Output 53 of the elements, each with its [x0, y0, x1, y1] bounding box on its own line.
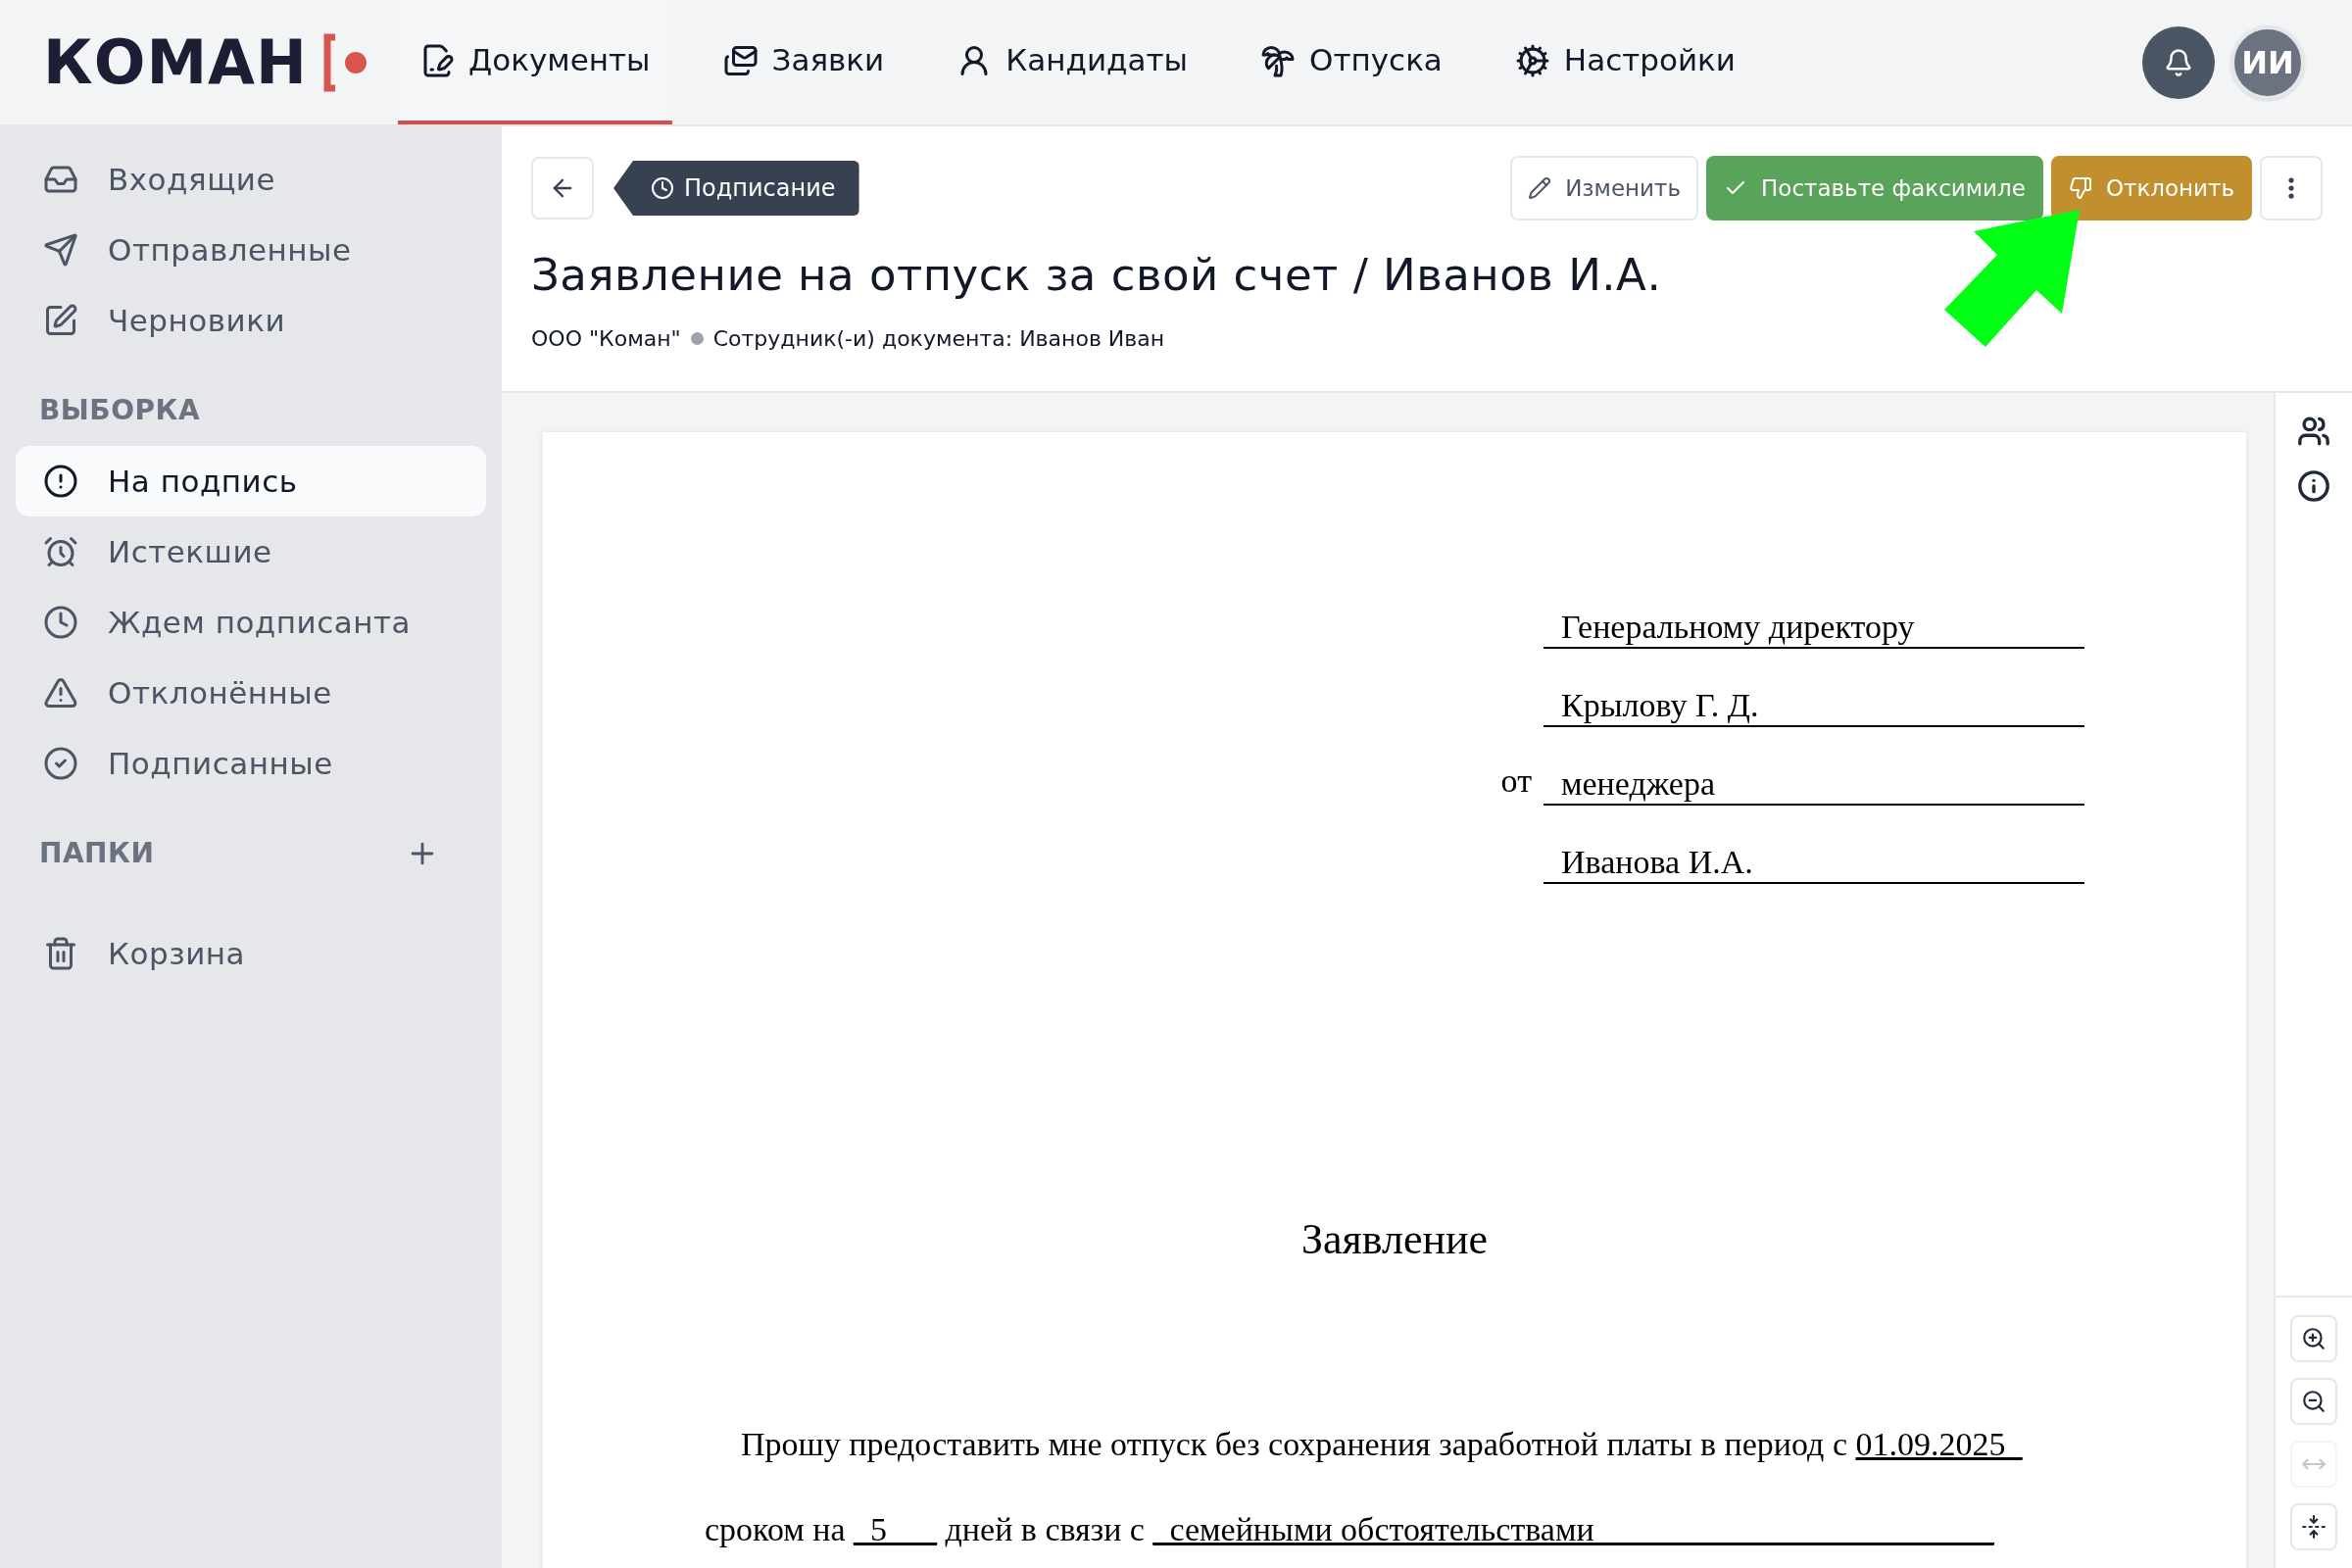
user-avatar[interactable]: ИИ	[2230, 24, 2305, 100]
sidebar-item[interactable]: Ждем подписанта	[16, 587, 486, 658]
trash-icon	[43, 936, 78, 971]
zoom-in-icon	[2301, 1326, 2327, 1351]
zoom-tool-button[interactable]	[2290, 1378, 2337, 1425]
edit-icon	[43, 303, 78, 338]
status-tag: Подписание	[613, 161, 859, 216]
sidebar-item[interactable]: Подписанные	[16, 728, 486, 799]
nav-tab[interactable]: Настройки	[1493, 0, 1757, 124]
body-text: сроком на _5___ дней в связи с _семейными обстоятельствами________________________	[705, 1510, 1995, 1549]
info-icon[interactable]	[2297, 469, 2330, 503]
nav-tab[interactable]: Заявки	[701, 0, 906, 124]
clock-icon	[43, 605, 78, 640]
zoom-out-icon	[2301, 1389, 2327, 1414]
logo-text: КОМАН	[43, 25, 308, 100]
sidebar-item[interactable]: Отклонённые	[16, 658, 486, 728]
alarm-clock-icon	[43, 534, 78, 569]
nav-tab[interactable]: Отпуска	[1239, 0, 1464, 124]
nav-tab[interactable]: Кандидаты	[935, 0, 1209, 124]
clock-icon	[651, 176, 674, 200]
alert-circle-icon	[43, 464, 78, 499]
warning-icon	[43, 675, 78, 710]
sidebar-item[interactable]: Корзина	[16, 918, 486, 989]
sidebar-item[interactable]: Черновики	[16, 285, 486, 356]
users-icon[interactable]	[2297, 415, 2330, 448]
thumbs-down-icon	[2068, 176, 2092, 200]
send-icon	[43, 232, 78, 268]
bell-icon	[2164, 47, 2193, 77]
address-line: Генеральному директору	[1544, 608, 2084, 649]
address-line: Иванова И.А.	[1544, 843, 2084, 884]
address-line: Крылову Г. Д.	[1544, 686, 2084, 727]
sidebar-item[interactable]: Отправленные	[16, 215, 486, 285]
address-prefix: от	[1500, 761, 1532, 801]
vertical-arrows-icon	[2301, 1514, 2327, 1540]
body-text: Прошу предоставить мне отпуск без сохранения заработной платы в период с 01.09.2025_	[740, 1425, 2024, 1464]
facsimile-button[interactable]: Поставьте факсимиле	[1706, 156, 2043, 220]
more-icon	[2288, 177, 2294, 199]
document-title: Заявление на отпуск за свой счет / Иванов И.А.	[531, 248, 1663, 303]
page-heading: Заявление	[1300, 1214, 1489, 1265]
check-circle-icon	[43, 746, 78, 781]
sidebar-item[interactable]: Входящие	[16, 144, 486, 215]
section-heading: ПАПКИ	[39, 836, 155, 871]
zoom-tool-button[interactable]	[2290, 1503, 2337, 1550]
address-line: менеджера	[1544, 764, 2084, 806]
sidebar-item[interactable]: Истекшие	[16, 516, 486, 587]
edit-button[interactable]: Изменить	[1510, 156, 1698, 220]
organization-name: ООО "Коман"	[531, 324, 681, 353]
zoom-tool-button[interactable]	[2290, 1315, 2337, 1362]
gear-icon	[1514, 42, 1550, 78]
sidebar-item[interactable]: На подпись	[16, 446, 486, 516]
document-employees: Сотрудник(-и) документа: Иванов Иван	[712, 324, 1165, 353]
pencil-icon	[1528, 176, 1552, 200]
section-heading: ВЫБОРКА	[39, 393, 201, 428]
